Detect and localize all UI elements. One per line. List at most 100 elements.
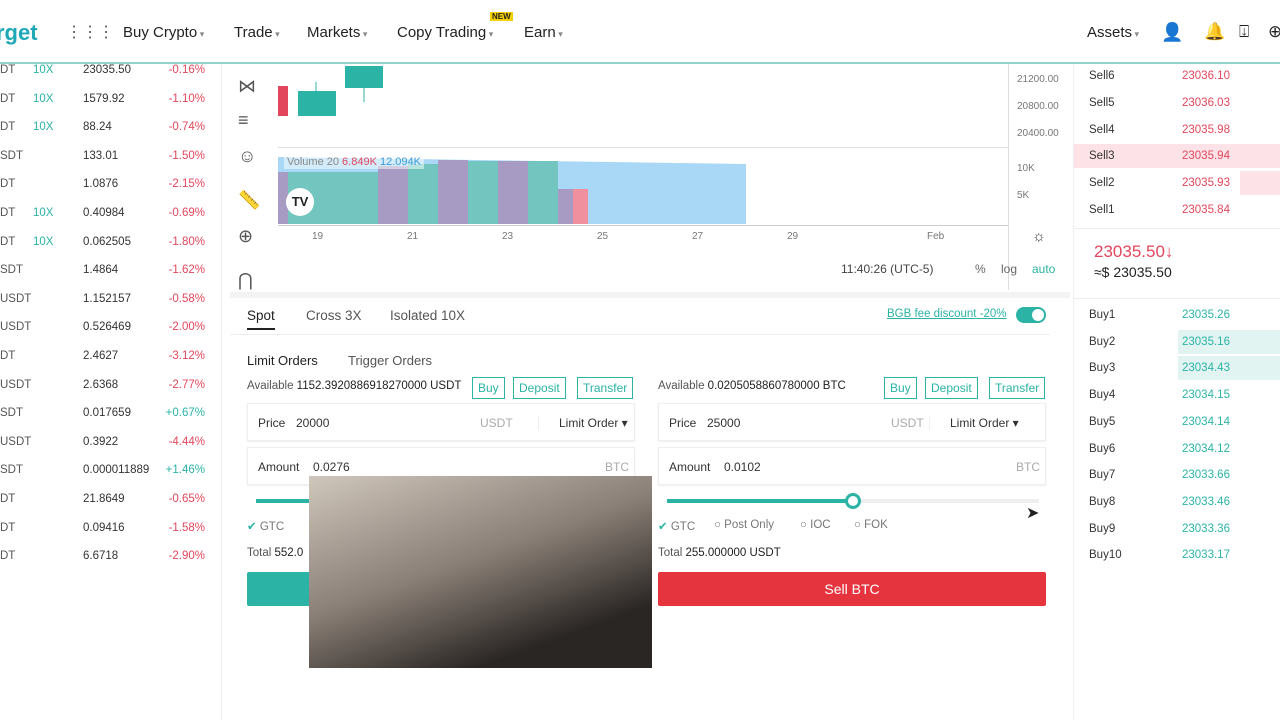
buy-order-row[interactable]: Buy4 23034.15 bbox=[1074, 383, 1280, 409]
price-value[interactable]: 20000 bbox=[296, 416, 329, 430]
tab-cross[interactable]: Cross 3X bbox=[306, 308, 362, 323]
order-type-select[interactable]: Limit Order ▾ bbox=[538, 416, 628, 430]
sell-order-row[interactable]: Sell1 23035.84 bbox=[1074, 198, 1280, 224]
buy-submit-button[interactable] bbox=[247, 572, 317, 606]
emoji-icon[interactable]: ☺ bbox=[238, 146, 256, 167]
candle bbox=[345, 66, 383, 88]
user-icon[interactable]: 👤 bbox=[1161, 22, 1183, 43]
market-row[interactable]: DT 10X 0.062505 -1.80% bbox=[0, 236, 215, 264]
buy-gtc-radio[interactable]: ✔ GTC bbox=[247, 519, 284, 533]
buy-order-row[interactable]: Buy8 23033.46 bbox=[1074, 490, 1280, 516]
fee-discount-link[interactable]: BGB fee discount -20% bbox=[887, 308, 1007, 320]
fib-tool-icon[interactable]: ≡ bbox=[238, 110, 249, 131]
candle bbox=[298, 91, 336, 116]
ruler-icon[interactable]: 📏 bbox=[238, 190, 260, 211]
market-row[interactable]: SDT 0.000011889 +1.46% bbox=[0, 464, 215, 492]
amount-value[interactable]: 0.0102 bbox=[724, 460, 761, 474]
amount-value[interactable]: 0.0276 bbox=[313, 460, 350, 474]
tab-spot[interactable]: Spot bbox=[247, 308, 275, 330]
order-price: 23033.36 bbox=[1182, 522, 1230, 535]
sell-order-row[interactable]: Sell6 23036.10 bbox=[1074, 64, 1280, 90]
nav-earn[interactable]: Earn bbox=[524, 24, 563, 41]
transfer-button[interactable]: Transfer bbox=[989, 377, 1046, 399]
top-nav: rget ⋮⋮⋮ Buy Crypto Trade Markets Copy T… bbox=[0, 0, 1280, 64]
order-price: 23036.03 bbox=[1182, 96, 1230, 109]
auto-toggle[interactable]: auto bbox=[1032, 262, 1055, 276]
price-value[interactable]: 25000 bbox=[707, 416, 740, 430]
nav-copy-trading[interactable]: Copy Trading bbox=[397, 24, 493, 41]
deposit-button[interactable]: Deposit bbox=[513, 377, 566, 399]
buy-amount-slider[interactable] bbox=[256, 499, 316, 503]
market-change: -1.62% bbox=[168, 264, 205, 277]
buy-order-row[interactable]: Buy5 23034.14 bbox=[1074, 410, 1280, 436]
tradingview-logo[interactable]: TV bbox=[286, 188, 314, 216]
percent-toggle[interactable]: % bbox=[975, 262, 986, 276]
market-row[interactable]: USDT 2.6368 -2.77% bbox=[0, 379, 215, 407]
sell-gtc-radio[interactable]: ✔ GTC bbox=[658, 519, 695, 533]
available-value: 1152.3920886918270000 USDT bbox=[296, 380, 462, 392]
market-row[interactable]: DT 6.6718 -2.90% bbox=[0, 550, 215, 578]
log-toggle[interactable]: log bbox=[1001, 262, 1017, 276]
tab-trigger-orders[interactable]: Trigger Orders bbox=[348, 353, 432, 368]
market-row[interactable]: DT 10X 1579.92 -1.10% bbox=[0, 93, 215, 121]
apps-grid-icon[interactable]: ⋮⋮⋮ bbox=[66, 22, 114, 42]
market-row[interactable]: DT 0.09416 -1.58% bbox=[0, 522, 215, 550]
sell-amount-field[interactable]: Amount 0.0102 BTC bbox=[658, 447, 1046, 485]
sell-amount-slider[interactable] bbox=[667, 493, 1039, 509]
order-type-select[interactable]: Limit Order ▾ bbox=[929, 416, 1019, 430]
market-row[interactable]: DT 21.8649 -0.65% bbox=[0, 493, 215, 521]
fok-radio[interactable]: ○ FOK bbox=[854, 519, 888, 531]
nav-markets[interactable]: Markets bbox=[307, 24, 367, 41]
buy-order-row[interactable]: Buy10 23033.17 bbox=[1074, 543, 1280, 569]
buy-price-field[interactable]: Price 20000 USDT Limit Order ▾ bbox=[247, 403, 635, 441]
market-row[interactable]: SDT 1.4864 -1.62% bbox=[0, 264, 215, 292]
market-row[interactable]: USDT 0.3922 -4.44% bbox=[0, 436, 215, 464]
sell-order-row[interactable]: Sell3 23035.94 bbox=[1074, 144, 1280, 170]
ioc-radio[interactable]: ○ IOC bbox=[800, 519, 831, 531]
buy-order-row[interactable]: Buy7 23033.66 bbox=[1074, 463, 1280, 489]
market-price: 1579.92 bbox=[83, 92, 125, 105]
zoom-in-icon[interactable]: ⊕ bbox=[238, 226, 253, 247]
market-row[interactable]: SDT 0.017659 +0.67% bbox=[0, 407, 215, 435]
buy-order-row[interactable]: Buy6 23034.12 bbox=[1074, 437, 1280, 463]
magnet-icon[interactable]: ⋂ bbox=[238, 270, 253, 291]
market-row[interactable]: DT 2.4627 -3.12% bbox=[0, 350, 215, 378]
market-row[interactable]: DT 10X 88.24 -0.74% bbox=[0, 121, 215, 149]
logo[interactable]: rget bbox=[0, 20, 38, 46]
market-row[interactable]: USDT 1.152157 -0.58% bbox=[0, 293, 215, 321]
sell-order-row[interactable]: Sell5 23036.03 bbox=[1074, 91, 1280, 117]
nav-buy-crypto[interactable]: Buy Crypto bbox=[123, 24, 204, 41]
slider-handle[interactable] bbox=[845, 493, 861, 509]
tab-limit-orders[interactable]: Limit Orders bbox=[247, 353, 318, 368]
nav-assets[interactable]: Assets bbox=[1087, 24, 1139, 41]
market-row[interactable]: SDT 133.01 -1.50% bbox=[0, 150, 215, 178]
leverage-badge: 10X bbox=[33, 92, 54, 105]
market-row[interactable]: DT 1.0876 -2.15% bbox=[0, 178, 215, 206]
buy-order-row[interactable]: Buy1 23035.26 bbox=[1074, 303, 1280, 329]
buy-action-button[interactable]: Buy bbox=[472, 377, 505, 399]
globe-icon[interactable]: ⊕ bbox=[1268, 22, 1280, 42]
buy-action-button[interactable]: Buy bbox=[884, 377, 917, 399]
transfer-button[interactable]: Transfer bbox=[577, 377, 634, 399]
buy-order-row[interactable]: Buy2 23035.16 bbox=[1074, 329, 1280, 356]
sell-price-field[interactable]: Price 25000 USDT Limit Order ▾ bbox=[658, 403, 1046, 441]
nav-trade[interactable]: Trade bbox=[234, 24, 280, 41]
fee-discount-toggle[interactable] bbox=[1016, 307, 1046, 323]
sell-order-row[interactable]: Sell4 23035.98 bbox=[1074, 118, 1280, 144]
sell-btc-button[interactable]: Sell BTC bbox=[658, 572, 1046, 606]
buy-order-row[interactable]: Buy9 23033.36 bbox=[1074, 517, 1280, 543]
sell-order-row[interactable]: Sell2 23035.93 bbox=[1074, 171, 1280, 197]
volume-legend: Volume 20 6.849K 12.094K bbox=[284, 155, 424, 169]
bell-icon[interactable]: 🔔 bbox=[1204, 22, 1225, 42]
chart-settings-icon[interactable]: ☼ bbox=[1032, 228, 1046, 245]
deposit-button[interactable]: Deposit bbox=[925, 377, 978, 399]
market-row[interactable]: DT 10X 23035.50 -0.16% bbox=[0, 64, 215, 92]
buy-order-row[interactable]: Buy3 23034.43 bbox=[1074, 356, 1280, 382]
pattern-tool-icon[interactable]: ⋈ bbox=[238, 76, 256, 97]
market-row[interactable]: USDT 0.526469 -2.00% bbox=[0, 321, 215, 349]
post-only-radio[interactable]: ○ Post Only bbox=[714, 519, 774, 531]
download-icon[interactable]: ⍗ bbox=[1239, 22, 1249, 42]
market-list: DT 10X 23035.50 -0.16% DT 10X 1579.92 -1.10% DT 1… bbox=[0, 64, 222, 720]
market-row[interactable]: DT 10X 0.40984 -0.69% bbox=[0, 207, 215, 235]
tab-isolated[interactable]: Isolated 10X bbox=[390, 308, 465, 323]
